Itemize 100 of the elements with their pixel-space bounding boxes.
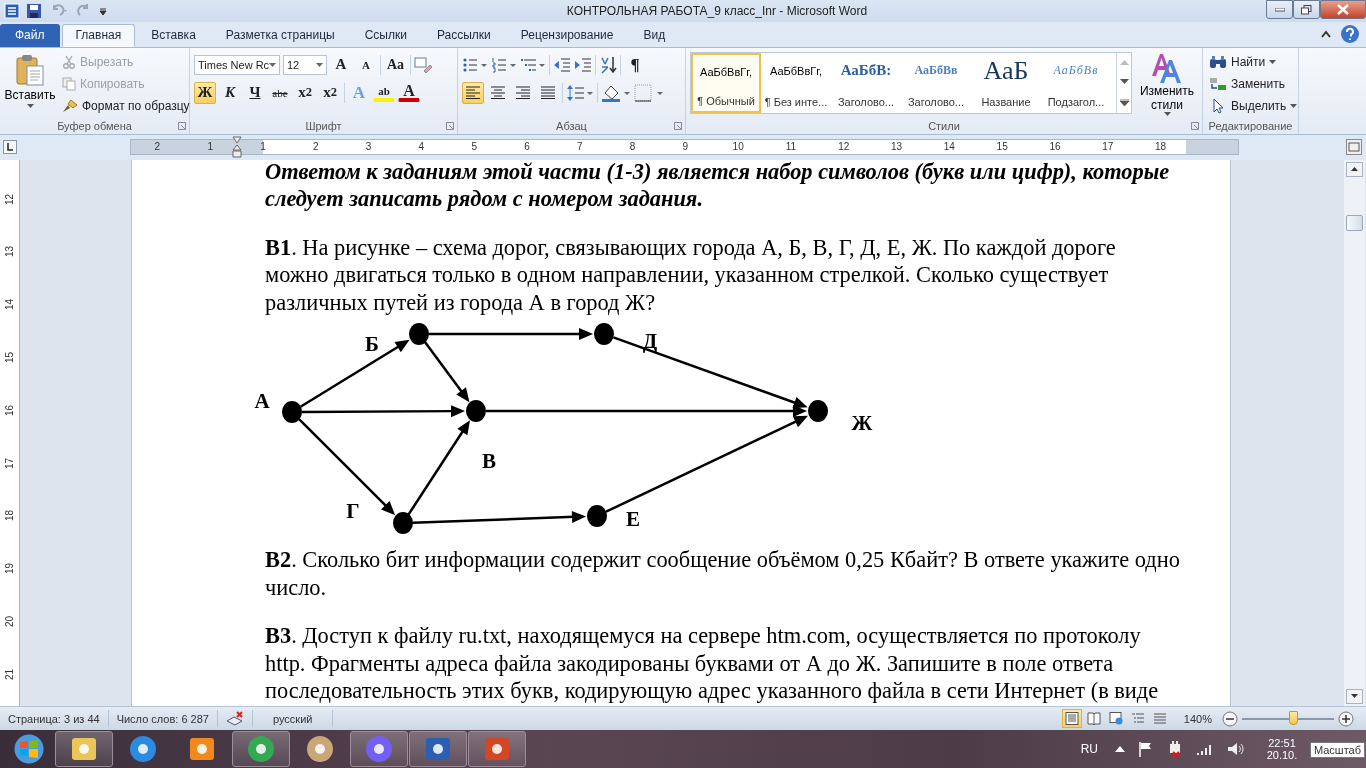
- ruler-number: 19: [4, 563, 15, 575]
- style-item[interactable]: АаБбВвГг, ¶ Без инте...: [761, 52, 831, 113]
- restore-button[interactable]: [1293, 0, 1320, 19]
- ruler-number: 21: [4, 668, 15, 680]
- sort-icon[interactable]: [599, 55, 617, 74]
- more-styles-icon[interactable]: [1119, 98, 1129, 106]
- decrease-indent-icon[interactable]: [553, 56, 571, 73]
- flag-icon[interactable]: [1138, 741, 1154, 757]
- numbering-icon[interactable]: [491, 56, 517, 73]
- increase-indent-icon[interactable]: [574, 56, 592, 73]
- multilevel-list-icon[interactable]: [520, 56, 546, 73]
- highlight-button[interactable]: ab: [373, 83, 395, 102]
- ribbon-tab[interactable]: Вставка: [137, 23, 210, 47]
- font-name-field[interactable]: Times New Rc: [194, 54, 280, 75]
- caret-icon: [1269, 59, 1277, 64]
- help-icon[interactable]: [1340, 24, 1360, 45]
- style-item[interactable]: АаБбВ: Заголово...: [831, 52, 901, 113]
- zoom-in-icon[interactable]: [1338, 710, 1354, 727]
- clock-time[interactable]: 22:51: [1268, 737, 1296, 749]
- shrink-font-button[interactable]: A: [355, 53, 377, 76]
- scroll-down-icon[interactable]: [1346, 689, 1363, 705]
- ruler-number: 5: [470, 140, 478, 155]
- taskbar-button[interactable]: [232, 731, 290, 767]
- ribbon-tab[interactable]: Разметка страницы: [211, 23, 349, 47]
- font-color-button[interactable]: A: [398, 83, 420, 102]
- scrollbar-thumb[interactable]: [1346, 214, 1363, 231]
- change-styles-button[interactable]: Изменить стили: [1136, 51, 1198, 116]
- show-hidden-icons-icon[interactable]: [1115, 745, 1125, 753]
- ribbon-tab[interactable]: Вид: [629, 23, 680, 47]
- instruction-text: Ответом к заданиям этой части (1-3) является набор символов (букв или цифр), которые следует записать рядом с номером задания.: [265, 159, 1171, 213]
- taskbar-button[interactable]: [55, 731, 113, 767]
- style-item[interactable]: АаБ Название: [971, 52, 1041, 113]
- ribbon-tab[interactable]: Ссылки: [350, 23, 421, 47]
- indent-marker-icon[interactable]: [231, 136, 242, 159]
- italic-button[interactable]: К: [219, 81, 241, 104]
- ruler-number: 10: [731, 140, 745, 155]
- word-count[interactable]: Число слов: 6 287: [108, 710, 218, 727]
- editing-action[interactable]: Заменить: [1207, 73, 1287, 94]
- ribbon-tab[interactable]: Рассылки: [422, 23, 505, 47]
- bold-button[interactable]: Ж: [194, 81, 216, 104]
- grow-font-button[interactable]: A: [330, 53, 352, 76]
- ribbon-tab[interactable]: Главная: [61, 23, 136, 47]
- close-button[interactable]: [1320, 0, 1366, 19]
- caret-icon: [269, 62, 276, 67]
- ribbon-tab[interactable]: Рецензирование: [506, 23, 628, 47]
- borders-icon[interactable]: [634, 83, 664, 102]
- ruler-number: 14: [4, 299, 15, 311]
- style-item[interactable]: АаБбВв Заголово...: [901, 52, 971, 113]
- dialog-launcher-icon[interactable]: [446, 121, 454, 130]
- style-item[interactable]: АаБбВв Подзагол...: [1041, 52, 1111, 113]
- dialog-launcher-icon[interactable]: [1191, 121, 1199, 130]
- speaker-icon[interactable]: [1227, 741, 1245, 757]
- proofing-icon[interactable]: [225, 710, 244, 727]
- shading-icon[interactable]: [601, 83, 631, 102]
- zoom-out-icon[interactable]: [1222, 710, 1238, 727]
- underline-button[interactable]: Ч: [244, 81, 266, 104]
- ruler-number: 20: [4, 616, 15, 628]
- minimize-button[interactable]: [1266, 0, 1293, 19]
- power-plug-icon[interactable]: [1167, 740, 1183, 758]
- dialog-launcher-icon[interactable]: [178, 121, 186, 130]
- style-item[interactable]: АаБбВвГг, ¶ Обычный: [691, 52, 761, 113]
- zoom-level[interactable]: 140%: [1183, 712, 1212, 725]
- editing-action[interactable]: Выделить: [1207, 95, 1300, 116]
- ruler-number: 7: [576, 140, 584, 155]
- zoom-slider-thumb[interactable]: [1288, 710, 1298, 725]
- ribbon-tab[interactable]: Файл: [0, 23, 60, 47]
- strike-button[interactable]: abe: [269, 81, 291, 104]
- scroll-up-icon[interactable]: [1346, 161, 1363, 177]
- taskbar-button[interactable]: [468, 731, 526, 767]
- line-spacing-icon[interactable]: [566, 83, 594, 102]
- clear-formatting-icon[interactable]: [414, 56, 433, 73]
- ruler-number: 6: [523, 140, 531, 155]
- view-button[interactable]: [1061, 709, 1082, 728]
- align-left-button[interactable]: [462, 81, 484, 104]
- dialog-launcher-icon[interactable]: [674, 121, 682, 130]
- language-indicator[interactable]: русский: [252, 710, 334, 727]
- task-text: В3. Доступ к файлу ru.txt, находящемуся на сервере htm.com, осуществляется по протоколу http. Фрагменты адреса файла закодированы буквами от А до Ж. Запишите в поле ответа последовательность этих букв, кодирующую адрес указанного файла в сети Интернет (в виде: [265, 622, 1160, 705]
- change-case-button[interactable]: Aa: [384, 53, 408, 76]
- clipboard-icon: [15, 53, 45, 86]
- ruler-number: 2: [312, 140, 320, 155]
- signal-icon[interactable]: [1196, 742, 1214, 756]
- bullets-icon[interactable]: [462, 56, 488, 73]
- collapse-ribbon-icon[interactable]: [1320, 29, 1332, 40]
- scroll-down-icon[interactable]: [1119, 79, 1129, 85]
- save-icon[interactable]: [26, 3, 42, 19]
- clock-date[interactable]: 20.10.: [1266, 749, 1298, 761]
- windows-logo-icon: [19, 739, 39, 759]
- view-ruler-icon[interactable]: [1346, 139, 1362, 156]
- tooltip: Масштаб: [1309, 742, 1365, 758]
- align-left-icon: [465, 86, 481, 100]
- language-indicator[interactable]: RU: [1080, 742, 1098, 756]
- page-count[interactable]: Страница: 3 из 44: [0, 710, 109, 727]
- taskbar-button[interactable]: [409, 731, 467, 767]
- font-size-field[interactable]: 12: [283, 54, 327, 75]
- paste-button[interactable]: Вставить: [4, 51, 56, 110]
- taskbar-button[interactable]: [350, 731, 408, 767]
- show-marks-button[interactable]: ¶: [624, 53, 646, 76]
- editing-action[interactable]: Найти: [1207, 51, 1279, 72]
- tab-stop-icon[interactable]: [3, 140, 17, 155]
- clipboard-action[interactable]: Формат по образцу: [60, 95, 192, 116]
